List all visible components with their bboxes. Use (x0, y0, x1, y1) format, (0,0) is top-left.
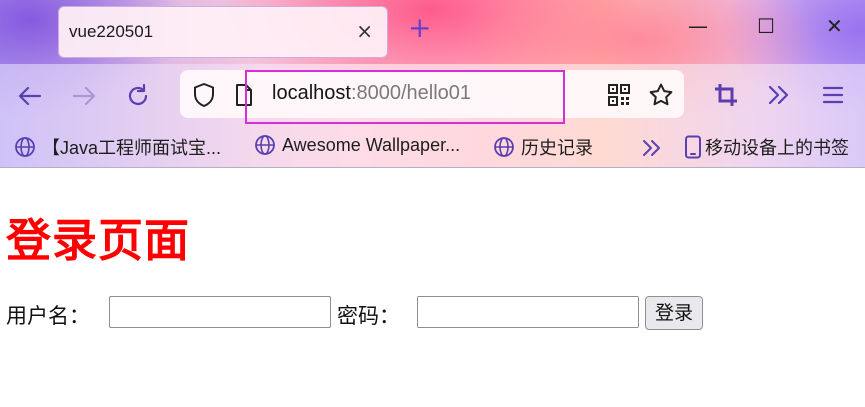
bookmark-item-java[interactable]: 【Java工程师面试宝... (14, 134, 221, 160)
close-window-icon[interactable]: ✕ (826, 14, 843, 38)
globe-icon (255, 135, 275, 156)
mobile-bookmarks-folder[interactable]: 移动设备上的书签 (684, 134, 849, 160)
tab-vue220501[interactable]: vue220501 × (58, 6, 388, 58)
tab-close-icon[interactable]: × (356, 19, 373, 43)
qr-code-icon[interactable] (608, 84, 630, 106)
password-label: 密码： (337, 304, 400, 328)
tab-title: vue220501 (69, 22, 154, 41)
minimize-icon[interactable]: — (688, 14, 708, 38)
globe-icon (494, 137, 514, 157)
star-bookmark-icon[interactable] (648, 82, 674, 108)
toolbar-divider (0, 167, 865, 168)
menu-icon[interactable] (820, 84, 846, 106)
extensions-overflow-icon[interactable] (766, 83, 792, 107)
bookmarks-toolbar: 【Java工程师面试宝... Awesome Wallpaper... 历史记录… (0, 130, 865, 164)
bookmark-item-history[interactable]: 历史记录 (493, 134, 593, 160)
password-input[interactable] (417, 296, 639, 328)
username-label: 用户名： (6, 304, 90, 328)
reload-icon (128, 83, 148, 105)
shield-icon[interactable] (192, 82, 216, 108)
back-arrow-icon (18, 86, 42, 106)
globe-icon (15, 137, 35, 157)
mobile-device-icon (685, 135, 701, 159)
back-button[interactable] (14, 80, 46, 112)
crop-icon[interactable] (713, 82, 739, 108)
forward-button[interactable] (68, 80, 100, 112)
bookmark-item-awesome-wallpaper[interactable]: Awesome Wallpaper... (254, 134, 460, 156)
url-highlight-box (245, 70, 565, 124)
forward-arrow-icon (72, 86, 96, 106)
new-tab-button[interactable]: + (408, 14, 431, 42)
page-title: 登录页面 (6, 214, 191, 267)
username-input[interactable] (109, 296, 331, 328)
reload-button[interactable] (122, 80, 154, 112)
login-button[interactable]: 登录 (645, 296, 703, 330)
maximize-icon[interactable]: ☐ (757, 14, 775, 38)
bookmarks-overflow-icon[interactable] (640, 137, 664, 159)
